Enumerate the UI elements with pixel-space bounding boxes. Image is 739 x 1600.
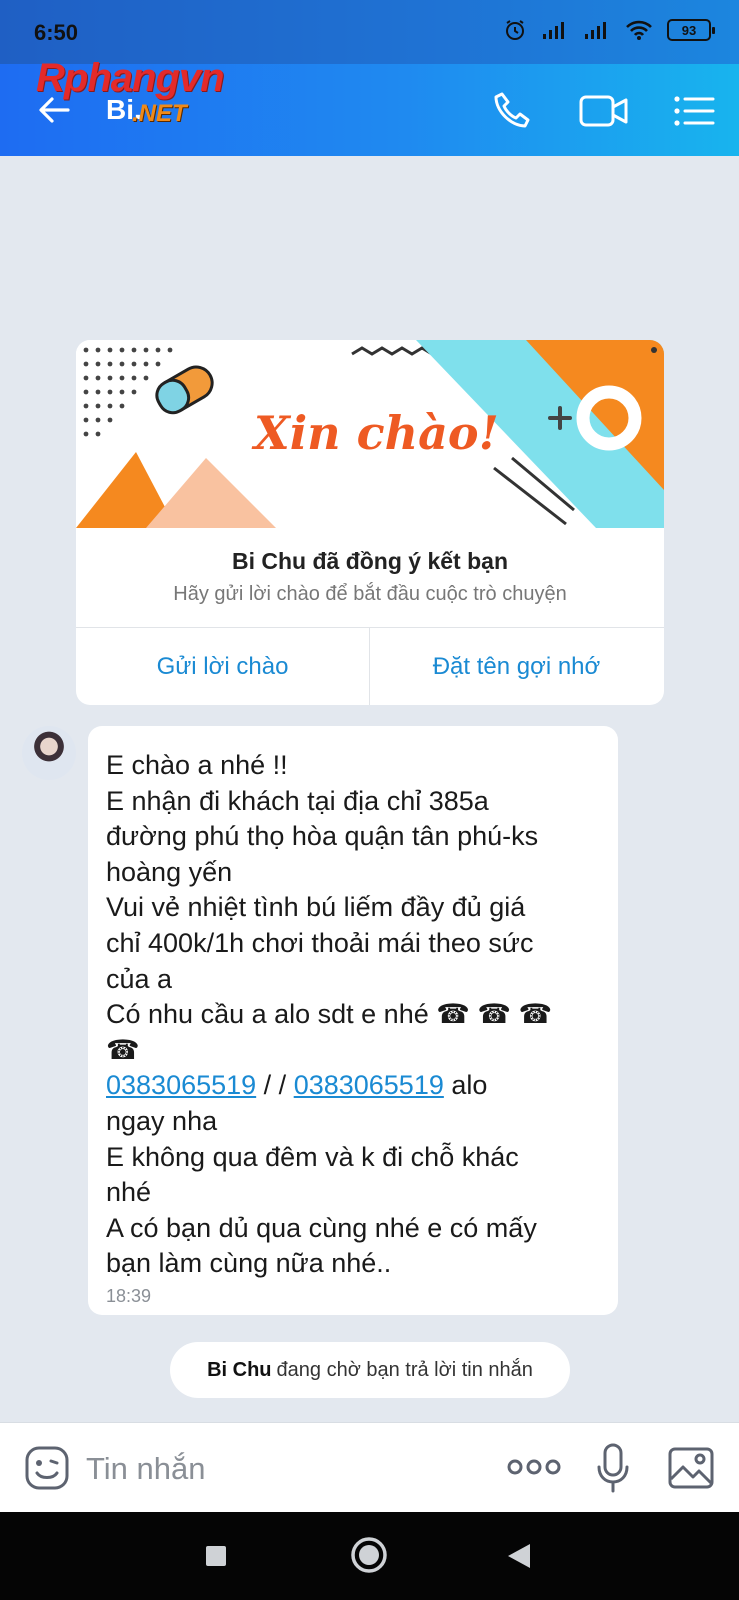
waiting-contact-name: Bi Chu <box>207 1358 272 1381</box>
wifi-icon <box>626 20 652 40</box>
message-bubble[interactable]: E chào a nhé !! E nhận đi khách tại địa … <box>88 726 618 1315</box>
message-line: A có bạn dủ qua cùng nhé e có mấy <box>106 1212 537 1243</box>
message-text: alo <box>443 1070 488 1101</box>
system-nav-bar <box>0 1512 739 1600</box>
phone-link[interactable]: 0383065519 <box>106 1070 256 1100</box>
message-line: E nhận đi khách tại địa chỉ 385a <box>106 785 489 816</box>
microphone-icon[interactable] <box>596 1443 630 1493</box>
message-line: bạn làm cùng nữa nhé.. <box>106 1248 392 1279</box>
message-line: chỉ 400k/1h chơi thoải mái theo sức <box>106 927 534 958</box>
message-line: Có nhu cầu a alo sdt e nhé ☎ ☎ ☎ <box>106 999 553 1030</box>
waiting-reply-notice: Bi Chu đang chờ bạn trả lời tin nhắn <box>170 1342 570 1398</box>
watermark-logo: Rphangvn <box>36 56 225 100</box>
signal-icon <box>585 22 606 39</box>
message-input-bar <box>0 1422 739 1512</box>
recents-icon[interactable] <box>204 1544 228 1568</box>
message-line: nhé <box>106 1177 152 1208</box>
back-nav-icon[interactable] <box>506 1542 532 1570</box>
battery-icon: 93 <box>667 19 715 41</box>
message-line: đường phú thọ hòa quận tân phú-ks <box>106 821 539 852</box>
chat-header: Bi. Rphangvn .NET <box>0 56 739 156</box>
status-bar: 6:50 93 <box>0 0 739 64</box>
banner-greeting-text: Xin chào! <box>254 406 499 460</box>
avatar[interactable] <box>22 726 76 780</box>
message-line: hoàng yến <box>106 856 233 887</box>
card-title: Bi Chu đã đồng ý kết bạn <box>231 548 508 574</box>
message-line: E chào a nhé !! <box>106 750 288 780</box>
greeting-banner: Xin chào! <box>76 340 664 528</box>
waiting-text: đang chờ bạn trả lời tin nhắn <box>276 1358 533 1381</box>
message-line: ngay nha <box>106 1105 218 1136</box>
phone-separator: / / <box>256 1070 294 1101</box>
send-greeting-button[interactable]: Gửi lời chào <box>76 628 369 705</box>
message-line: E không qua đêm và k đi chỗ khác <box>106 1141 519 1172</box>
more-options-icon[interactable] <box>507 1457 561 1477</box>
signal-icon <box>543 22 564 39</box>
set-nickname-button[interactable]: Đặt tên gợi nhớ <box>370 628 663 705</box>
message-timestamp: 18:39 <box>106 1286 152 1306</box>
status-time: 6:50 <box>34 20 79 45</box>
message-input[interactable] <box>86 1447 466 1491</box>
video-icon[interactable] <box>578 88 630 134</box>
phone-icon[interactable] <box>490 88 536 134</box>
message-line: ☎ <box>106 1034 140 1065</box>
message-line: của a <box>106 963 173 994</box>
friend-accepted-card: Xin chào! Bi Chu đã đồng ý kết bạn Hãy g… <box>76 340 664 705</box>
alarm-icon <box>506 20 524 40</box>
status-icons: 93 <box>503 18 715 42</box>
card-subtitle: Hãy gửi lời chào để bắt đầu cuộc trò chu… <box>173 583 567 605</box>
home-icon[interactable] <box>350 1536 388 1574</box>
image-icon[interactable] <box>667 1445 715 1491</box>
sticker-icon[interactable] <box>24 1445 70 1491</box>
message-line-phones: 0383065519 / / 0383065519 alo <box>106 1068 600 1104</box>
watermark-logo-sub: .NET <box>132 100 187 127</box>
menu-icon[interactable] <box>672 88 716 134</box>
message-line: Vui vẻ nhiệt tình bú liếm đầy đủ giá <box>106 892 526 923</box>
phone-link[interactable]: 0383065519 <box>294 1070 444 1100</box>
